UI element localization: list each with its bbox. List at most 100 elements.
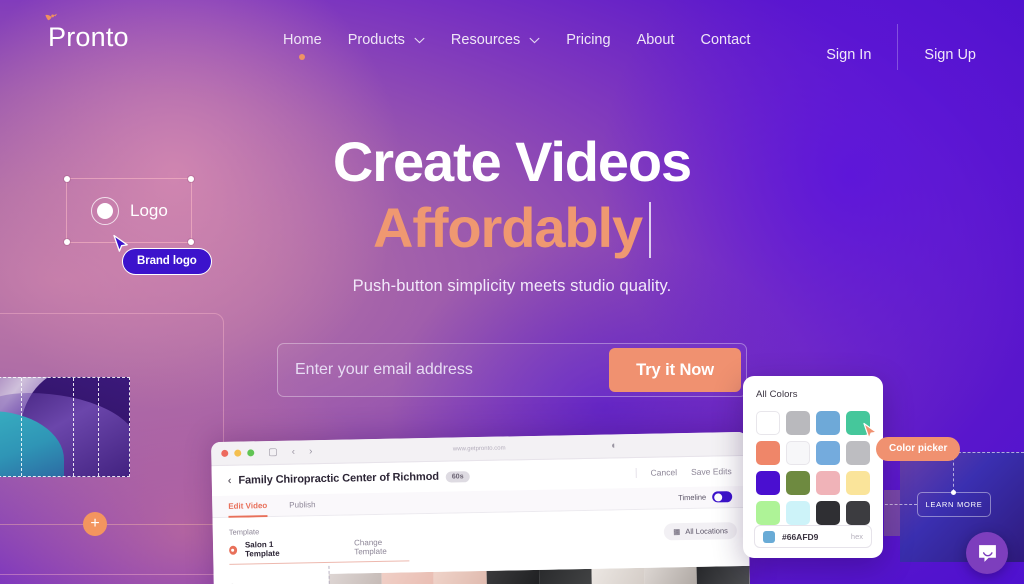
reader-mode-icon[interactable]: ◐	[611, 440, 617, 451]
nav-auth-group: Sign In Sign Up	[826, 24, 976, 78]
color-swatch[interactable]	[846, 471, 870, 495]
project-back-icon[interactable]: ‹	[228, 475, 232, 487]
scene-filmstrip[interactable]	[328, 565, 751, 584]
address-bar[interactable]: www.getpronto.com	[453, 445, 506, 452]
timeline-toggle-group: Timeline	[678, 491, 733, 503]
nav-item-home[interactable]: Home	[283, 32, 322, 60]
save-edits-button[interactable]: Save Edits	[691, 466, 732, 477]
color-swatch[interactable]	[756, 501, 780, 525]
template-name: Salon 1 Template	[244, 539, 280, 559]
nav-divider	[897, 24, 899, 70]
selection-guide-horizontal-top	[953, 452, 1024, 453]
template-selector-row[interactable]: Salon 1 Template Change Template	[228, 537, 410, 565]
nav-item-label: Home	[283, 32, 322, 48]
brand-logo-text: Pronto	[48, 22, 129, 52]
email-input[interactable]	[278, 361, 610, 379]
project-actions: Cancel Save Edits	[635, 466, 732, 478]
resize-handle-top-left[interactable]	[64, 176, 70, 182]
hex-preview-swatch	[763, 530, 775, 543]
nav-item-products[interactable]: Products	[348, 32, 425, 48]
scene-thumbnail[interactable]	[433, 570, 488, 584]
cancel-button[interactable]: Cancel	[651, 467, 678, 478]
timeline-label: Timeline	[678, 492, 707, 503]
nav-item-label: Contact	[700, 32, 751, 48]
scene-thumbnail[interactable]	[591, 567, 646, 584]
color-picker-badge[interactable]: Color picker	[876, 437, 961, 461]
timeline-toggle[interactable]	[712, 491, 733, 503]
logo-selection-content: Logo	[67, 179, 191, 242]
color-picker-title: All Colors	[756, 389, 798, 400]
color-swatch[interactable]	[786, 411, 810, 435]
duration-badge: 60s	[445, 470, 470, 483]
color-swatch[interactable]	[816, 411, 840, 435]
resize-handle-top-right[interactable]	[188, 176, 194, 182]
nav-item-about[interactable]: About	[637, 32, 675, 48]
sidebar-toggle-icon[interactable]: ▢	[268, 447, 278, 458]
scene-thumbnail[interactable]	[486, 569, 540, 584]
top-navigation-bar: Pronto Home Products Resources Pricing A…	[0, 0, 1024, 84]
tab-edit-video[interactable]: Edit Video	[228, 501, 267, 511]
scene-thumbnail[interactable]	[644, 566, 698, 584]
color-swatch[interactable]	[816, 501, 840, 525]
logo-placeholder-icon	[91, 196, 119, 225]
bird-icon	[45, 13, 58, 21]
nav-item-pricing[interactable]: Pricing	[566, 32, 610, 48]
chevron-down-icon	[414, 37, 425, 43]
color-swatch[interactable]	[846, 501, 870, 525]
window-maximize-icon[interactable]	[247, 449, 255, 457]
brand-logo-badge[interactable]: Brand logo	[122, 248, 212, 275]
color-swatch[interactable]	[786, 501, 810, 525]
scene-thumbnail[interactable]	[539, 568, 593, 584]
learn-more-button[interactable]: LEARN MORE	[917, 492, 991, 517]
nav-links: Home Products Resources Pricing About Co…	[283, 32, 750, 60]
tab-publish[interactable]: Publish	[289, 500, 315, 510]
forward-arrow-icon[interactable]: ›	[309, 446, 313, 457]
chat-bubble-icon	[978, 544, 996, 562]
try-it-now-button[interactable]: Try it Now	[609, 348, 741, 392]
color-swatch[interactable]	[846, 441, 870, 465]
nav-item-label: Pricing	[566, 32, 611, 48]
resize-handle-bottom-right[interactable]	[188, 239, 194, 245]
hex-unit-label: hex	[850, 532, 863, 541]
add-element-button[interactable]: +	[83, 512, 107, 536]
chevron-down-icon	[529, 37, 540, 43]
sign-in-link[interactable]: Sign In	[826, 47, 871, 63]
resize-handle-bottom-left[interactable]	[64, 239, 70, 245]
hex-value: #66AFD9	[782, 531, 819, 542]
color-swatch[interactable]	[786, 471, 810, 495]
chat-widget-button[interactable]	[966, 532, 1008, 574]
window-close-icon[interactable]	[221, 449, 229, 457]
guide-handle-middle[interactable]	[951, 490, 956, 495]
hex-input-field[interactable]: #66AFD9 hex	[754, 525, 872, 548]
scene-thumbnail[interactable]	[696, 565, 751, 584]
all-locations-label: All Locations	[685, 526, 728, 537]
sign-up-link[interactable]: Sign Up	[924, 47, 976, 63]
scene-thumbnail[interactable]	[328, 572, 382, 584]
back-arrow-icon[interactable]: ‹	[292, 447, 296, 458]
grid-icon: ▦	[673, 527, 681, 537]
template-icon	[229, 545, 238, 555]
image-grid-overlay	[0, 377, 130, 477]
nav-item-resources[interactable]: Resources	[451, 32, 540, 48]
brand-logo[interactable]: Pronto	[45, 13, 129, 52]
all-locations-button[interactable]: ▦ All Locations	[664, 522, 738, 541]
nav-active-dot	[299, 54, 306, 60]
template-field-label: Template	[228, 527, 260, 537]
hero-headline-accent: Affordably	[372, 196, 643, 259]
color-swatch[interactable]	[756, 471, 780, 495]
text-caret	[649, 202, 651, 258]
app-preview-window: ▢ ‹ › www.getpronto.com ◐ ‹ Family Chiro…	[211, 431, 751, 584]
window-minimize-icon[interactable]	[234, 449, 242, 457]
scene-thumbnail[interactable]	[381, 571, 435, 584]
color-swatch[interactable]	[816, 471, 840, 495]
color-swatch[interactable]	[756, 411, 780, 435]
logo-label: Logo	[130, 200, 168, 220]
project-title: Family Chiropractic Center of Richmod	[238, 470, 439, 487]
change-template-link[interactable]: Change Template	[354, 537, 409, 557]
nav-item-contact[interactable]: Contact	[700, 32, 750, 48]
color-swatch[interactable]	[816, 441, 840, 465]
color-swatch[interactable]	[786, 441, 810, 465]
color-swatch[interactable]	[756, 441, 780, 465]
email-signup-form: Try it Now	[277, 343, 747, 397]
nav-item-label: About	[636, 32, 675, 48]
